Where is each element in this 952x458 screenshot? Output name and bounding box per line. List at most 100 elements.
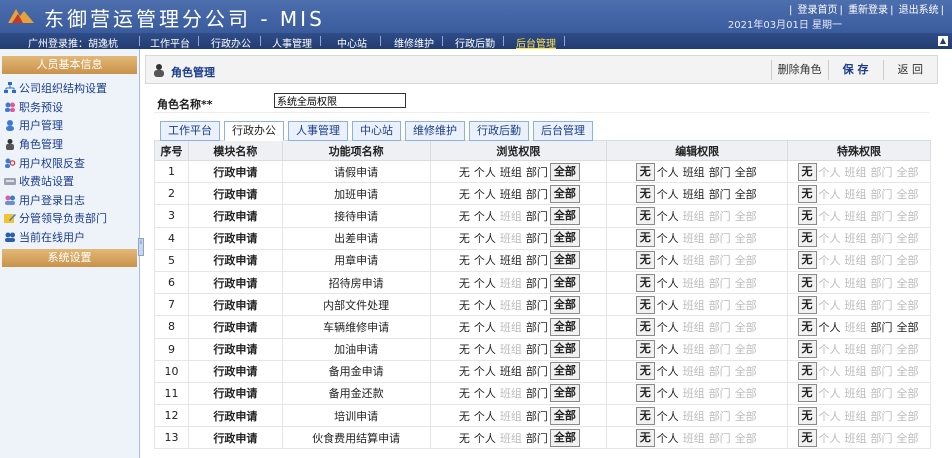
- permission-option[interactable]: 无: [457, 319, 472, 335]
- permission-option[interactable]: 部门: [524, 230, 550, 246]
- sidebar-section-system[interactable]: 系统设置: [2, 249, 137, 268]
- permission-option[interactable]: 个人: [472, 341, 498, 357]
- sidebar-item-leader-dept[interactable]: 分管领导负责部门: [4, 209, 139, 228]
- menu-hr[interactable]: 人事管理: [272, 35, 312, 50]
- permission-option[interactable]: 无: [635, 229, 655, 248]
- permission-option[interactable]: 全部: [549, 340, 580, 359]
- sidebar-item-role-management[interactable]: 角色管理: [4, 135, 139, 154]
- permission-option[interactable]: 全部: [549, 229, 580, 248]
- permission-option[interactable]: 个人: [655, 341, 681, 357]
- permission-option[interactable]: 无: [635, 295, 655, 314]
- permission-option[interactable]: 无: [635, 206, 655, 225]
- role-name-input[interactable]: [274, 93, 406, 108]
- permission-option[interactable]: 个人: [472, 252, 498, 268]
- permission-option[interactable]: 全部: [733, 164, 759, 180]
- permission-option[interactable]: 无: [457, 341, 472, 357]
- permission-option[interactable]: 个人: [472, 275, 498, 291]
- permission-option[interactable]: 部门: [524, 186, 550, 202]
- permission-option[interactable]: 部门: [524, 430, 550, 446]
- permission-option[interactable]: 个人: [655, 230, 681, 246]
- permission-option[interactable]: 部门: [524, 297, 550, 313]
- permission-option[interactable]: 个人: [472, 297, 498, 313]
- permission-option[interactable]: 个人: [472, 208, 498, 224]
- collapse-header-icon[interactable]: ▲: [938, 36, 948, 46]
- permission-option[interactable]: 部门: [524, 363, 550, 379]
- permission-option[interactable]: 个人: [655, 430, 681, 446]
- permission-option[interactable]: 个人: [817, 319, 843, 335]
- permission-option[interactable]: 无: [457, 430, 472, 446]
- permission-option[interactable]: 个人: [655, 252, 681, 268]
- permission-option[interactable]: 个人: [655, 275, 681, 291]
- permission-option[interactable]: 全部: [549, 206, 580, 225]
- permission-option[interactable]: 全部: [549, 428, 580, 447]
- permission-option[interactable]: 班组: [681, 186, 707, 202]
- permission-option[interactable]: 全部: [549, 273, 580, 292]
- menu-admin-office[interactable]: 行政办公: [211, 35, 251, 50]
- permission-option[interactable]: 无: [457, 164, 472, 180]
- permission-option[interactable]: 部门: [524, 164, 550, 180]
- permission-option[interactable]: 全部: [549, 406, 580, 425]
- permission-option[interactable]: 无: [457, 385, 472, 401]
- permission-option[interactable]: 全部: [549, 162, 580, 181]
- permission-option[interactable]: 个人: [655, 208, 681, 224]
- sidebar-item-toll-station[interactable]: 收费站设置: [4, 172, 139, 191]
- logout-link[interactable]: 退出系统: [897, 5, 941, 16]
- permission-option[interactable]: 班组: [498, 363, 524, 379]
- permission-option[interactable]: 无: [635, 340, 655, 359]
- permission-option[interactable]: 无: [635, 384, 655, 403]
- permission-option[interactable]: 无: [635, 406, 655, 425]
- permission-option[interactable]: 个人: [472, 164, 498, 180]
- sidebar-section-personnel[interactable]: 人员基本信息: [2, 56, 137, 74]
- permission-option[interactable]: 无: [635, 184, 655, 203]
- permission-option[interactable]: 无: [797, 273, 817, 292]
- permission-option[interactable]: 无: [635, 273, 655, 292]
- permission-option[interactable]: 全部: [549, 362, 580, 381]
- permission-option[interactable]: 个人: [472, 363, 498, 379]
- sidebar-splitter-handle[interactable]: ⁞: [138, 238, 144, 256]
- permission-option[interactable]: 无: [797, 384, 817, 403]
- permission-option[interactable]: 个人: [472, 408, 498, 424]
- permission-option[interactable]: 全部: [549, 251, 580, 270]
- permission-option[interactable]: 无: [797, 340, 817, 359]
- permission-option[interactable]: 无: [635, 428, 655, 447]
- permission-option[interactable]: 全部: [549, 384, 580, 403]
- permission-option[interactable]: 全部: [549, 317, 580, 336]
- permission-option[interactable]: 个人: [655, 164, 681, 180]
- permission-option[interactable]: 部门: [524, 208, 550, 224]
- sidebar-item-user-management[interactable]: 用户管理: [4, 116, 139, 135]
- permission-option[interactable]: 部门: [524, 275, 550, 291]
- save-button[interactable]: 保 存: [827, 60, 883, 80]
- permission-option[interactable]: 班组: [498, 164, 524, 180]
- permission-option[interactable]: 个人: [472, 186, 498, 202]
- permission-option[interactable]: 全部: [733, 186, 759, 202]
- permission-option[interactable]: 全部: [549, 295, 580, 314]
- permission-option[interactable]: 无: [797, 406, 817, 425]
- permission-option[interactable]: 个人: [655, 408, 681, 424]
- tab-admin-office[interactable]: 行政办公: [224, 121, 284, 141]
- tab-maintenance[interactable]: 维修维护: [405, 121, 465, 141]
- permission-option[interactable]: 无: [457, 186, 472, 202]
- permission-option[interactable]: 全部: [895, 319, 921, 335]
- permission-option[interactable]: 个人: [472, 230, 498, 246]
- permission-option[interactable]: 部门: [524, 341, 550, 357]
- permission-option[interactable]: 个人: [655, 297, 681, 313]
- tab-logistics[interactable]: 行政后勤: [469, 121, 529, 141]
- permission-option[interactable]: 班组: [681, 164, 707, 180]
- permission-option[interactable]: 无: [457, 230, 472, 246]
- permission-option[interactable]: 个人: [472, 430, 498, 446]
- permission-option[interactable]: 无: [797, 162, 817, 181]
- sidebar-item-online-users[interactable]: 当前在线用户: [4, 228, 139, 247]
- back-button[interactable]: 返 回: [882, 60, 938, 80]
- permission-option[interactable]: 部门: [524, 319, 550, 335]
- permission-option[interactable]: 无: [457, 297, 472, 313]
- permission-option[interactable]: 无: [797, 362, 817, 381]
- menu-backend[interactable]: 后台管理: [516, 35, 556, 50]
- permission-option[interactable]: 无: [457, 363, 472, 379]
- permission-option[interactable]: 部门: [524, 385, 550, 401]
- permission-option[interactable]: 无: [797, 251, 817, 270]
- permission-option[interactable]: 无: [635, 251, 655, 270]
- permission-option[interactable]: 班组: [498, 186, 524, 202]
- relogin-link[interactable]: 重新登录: [846, 5, 890, 16]
- tab-workbench[interactable]: 工作平台: [160, 121, 220, 141]
- sidebar-item-login-log[interactable]: 用户登录日志: [4, 191, 139, 210]
